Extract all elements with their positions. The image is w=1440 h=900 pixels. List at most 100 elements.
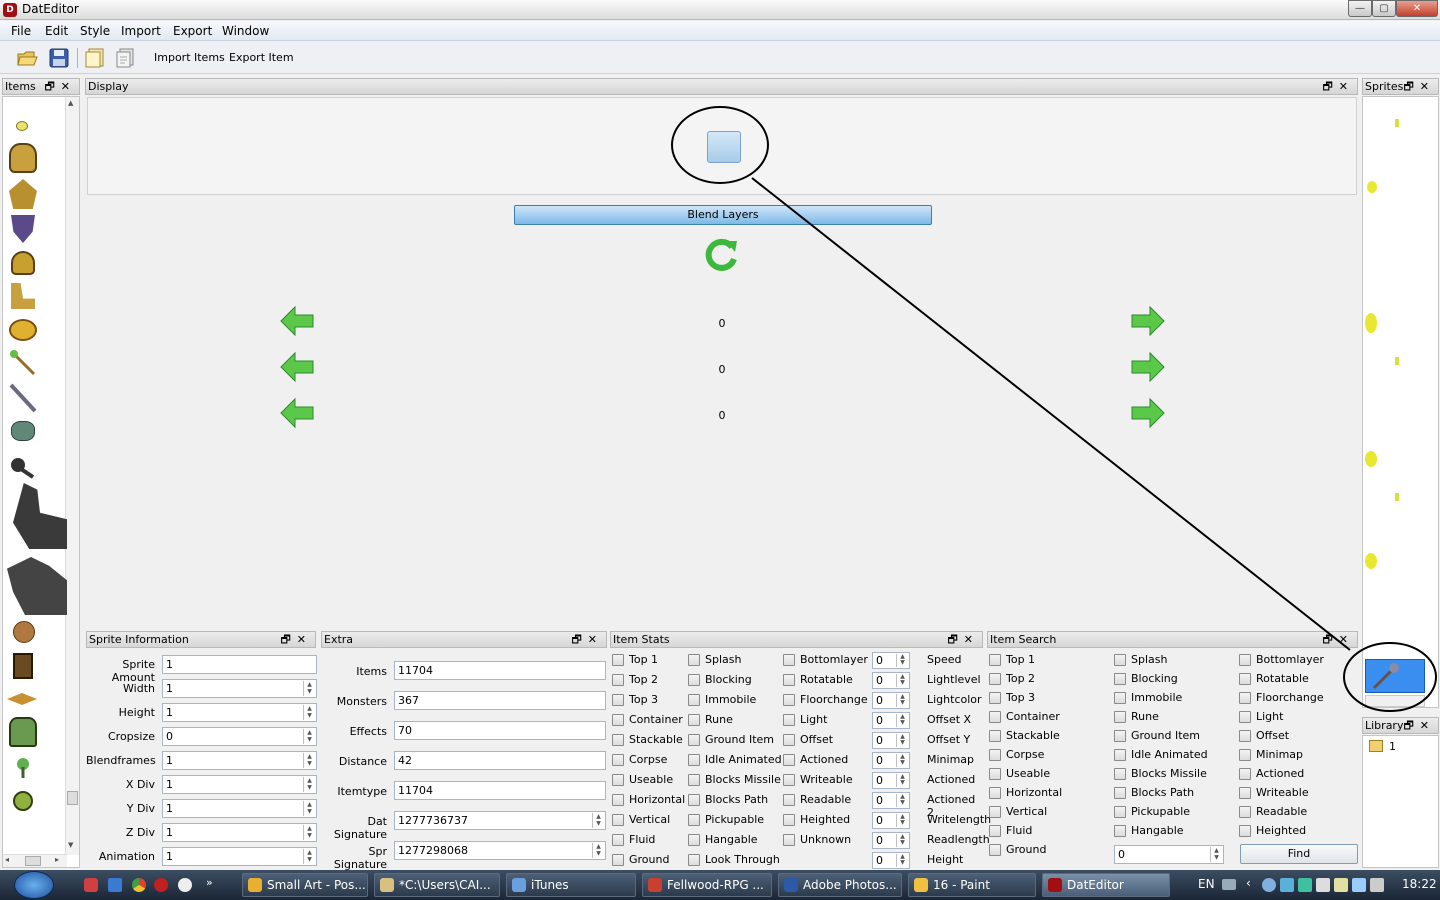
stats-readlength-spinbox[interactable]: 0 ▲ ▼: [872, 832, 910, 849]
stats-horizontal-checkbox[interactable]: [612, 794, 624, 806]
sprite-thumb[interactable]: [1395, 119, 1399, 127]
stats-hangable-checkbox[interactable]: [688, 834, 700, 846]
item-sprite[interactable]: [7, 693, 37, 705]
search-ground-item-checkbox[interactable]: [1114, 730, 1126, 742]
search-heighted-checkbox[interactable]: [1239, 825, 1251, 837]
search-splash-checkbox[interactable]: [1114, 654, 1126, 666]
menu-style[interactable]: Style: [80, 23, 110, 39]
save-icon[interactable]: [48, 47, 70, 69]
stats-corpse-checkbox[interactable]: [612, 754, 624, 766]
skull-icon[interactable]: [178, 878, 192, 892]
search-container-checkbox[interactable]: [989, 711, 1001, 723]
close-icon[interactable]: ✕: [1339, 80, 1354, 93]
library-entry[interactable]: 1: [1389, 740, 1396, 753]
stats-heighted-checkbox[interactable]: [783, 814, 795, 826]
search-top-2-checkbox[interactable]: [989, 673, 1001, 685]
item-sprite[interactable]: [9, 717, 37, 747]
sprite-thumb[interactable]: [1365, 313, 1377, 333]
show-desktop-icon[interactable]: [108, 878, 122, 892]
task-button-active[interactable]: DatEditor: [1042, 873, 1170, 897]
task-button[interactable]: Small Art - Pos...: [242, 873, 368, 897]
sprite-thumb[interactable]: [1395, 493, 1399, 501]
menu-import[interactable]: Import: [121, 23, 161, 39]
stats-writeable-checkbox[interactable]: [783, 774, 795, 786]
stats-unknown-checkbox[interactable]: [783, 834, 795, 846]
sprites-hscrollbar[interactable]: [1365, 695, 1425, 707]
stats-ground-item-checkbox[interactable]: [688, 734, 700, 746]
stats-container-checkbox[interactable]: [612, 714, 624, 726]
menu-window[interactable]: Window: [222, 23, 269, 39]
close-button[interactable]: ✕: [1396, 0, 1438, 17]
monsters-field[interactable]: 367: [394, 691, 606, 710]
float-icon[interactable]: 🗗: [1322, 80, 1338, 93]
start-orb[interactable]: [14, 871, 54, 899]
item-sprite[interactable]: [7, 557, 67, 615]
stats-fluid-checkbox[interactable]: [612, 834, 624, 846]
search-pickupable-checkbox[interactable]: [1114, 806, 1126, 818]
search-bottomlayer-checkbox[interactable]: [1239, 654, 1251, 666]
minimize-button[interactable]: —: [1348, 0, 1372, 17]
search-readable-checkbox[interactable]: [1239, 806, 1251, 818]
task-button[interactable]: 16 - Paint: [908, 873, 1036, 897]
search-blocks-path-checkbox[interactable]: [1114, 787, 1126, 799]
search-minimap-checkbox[interactable]: [1239, 749, 1251, 761]
stats-writelength-spinbox[interactable]: 0 ▲ ▼: [872, 812, 910, 829]
item-sprite[interactable]: [9, 383, 37, 413]
stats-stackable-checkbox[interactable]: [612, 734, 624, 746]
height-field[interactable]: 1 ▲ ▼: [162, 703, 317, 722]
search-blocking-checkbox[interactable]: [1114, 673, 1126, 685]
menu-edit[interactable]: Edit: [45, 23, 68, 39]
search-horizontal-checkbox[interactable]: [989, 787, 1001, 799]
item-sprite[interactable]: [13, 791, 33, 811]
effects-field[interactable]: 70: [394, 721, 606, 740]
rotate-icon[interactable]: [704, 235, 740, 271]
item-sprite[interactable]: [9, 143, 37, 173]
library-list[interactable]: 1: [1362, 735, 1439, 868]
item-sprite[interactable]: [9, 179, 37, 209]
search-stackable-checkbox[interactable]: [989, 730, 1001, 742]
keyboard-icon[interactable]: [1222, 879, 1236, 890]
search-offset-checkbox[interactable]: [1239, 730, 1251, 742]
stats-ground-checkbox[interactable]: [612, 854, 624, 866]
animation-field[interactable]: 1 ▲ ▼: [162, 847, 317, 866]
dat-signature-field[interactable]: 1277736737 ▲ ▼: [394, 811, 606, 830]
item-sprite[interactable]: [9, 457, 35, 479]
item-sprite[interactable]: [11, 283, 35, 309]
close-icon[interactable]: ✕: [1339, 633, 1354, 646]
stats-lightcolor-spinbox[interactable]: 0 ▲ ▼: [872, 692, 910, 709]
search-blocks-missile-checkbox[interactable]: [1114, 768, 1126, 780]
item-sprite[interactable]: [11, 421, 35, 441]
xdiv-field[interactable]: 1 ▲ ▼: [162, 775, 317, 794]
tray-icon[interactable]: [1280, 878, 1294, 892]
close-icon[interactable]: ✕: [588, 633, 603, 646]
items-scrollbar[interactable]: ▲ ▼: [65, 97, 79, 855]
search-value-field[interactable]: 0 ▲ ▼: [1114, 845, 1224, 864]
item-sprite[interactable]: [11, 215, 35, 243]
stats-blocking-checkbox[interactable]: [688, 674, 700, 686]
float-icon[interactable]: 🗗: [1403, 719, 1419, 732]
float-icon[interactable]: 🗗: [947, 633, 963, 646]
search-hangable-checkbox[interactable]: [1114, 825, 1126, 837]
find-button[interactable]: Find: [1240, 844, 1358, 864]
search-rotatable-checkbox[interactable]: [1239, 673, 1251, 685]
item-sprite[interactable]: [13, 483, 67, 549]
menu-file[interactable]: File: [11, 23, 31, 39]
sprite-thumb[interactable]: [1365, 553, 1377, 569]
float-icon[interactable]: 🗗: [571, 633, 587, 646]
scroll-down-icon[interactable]: ▼: [68, 841, 73, 849]
items-count-field[interactable]: 11704: [394, 661, 606, 680]
stats-immobile-checkbox[interactable]: [688, 694, 700, 706]
stats-useable-checkbox[interactable]: [612, 774, 624, 786]
sprite-thumb[interactable]: [1395, 357, 1399, 365]
stats-lightlevel-spinbox[interactable]: 0 ▲ ▼: [872, 672, 910, 689]
left-arrow-icon[interactable]: [279, 397, 315, 429]
task-button[interactable]: *C:\Users\CAI...: [374, 873, 500, 897]
search-vertical-checkbox[interactable]: [989, 806, 1001, 818]
search-fluid-checkbox[interactable]: [989, 825, 1001, 837]
sprite-amount-field[interactable]: 1: [162, 655, 317, 674]
stats-height-spinbox[interactable]: 0 ▲ ▼: [872, 852, 910, 869]
stats-rune-checkbox[interactable]: [688, 714, 700, 726]
stats-top-1-checkbox[interactable]: [612, 654, 624, 666]
stats-speed-spinbox[interactable]: 0 ▲ ▼: [872, 652, 910, 669]
menu-export[interactable]: Export: [173, 23, 212, 39]
